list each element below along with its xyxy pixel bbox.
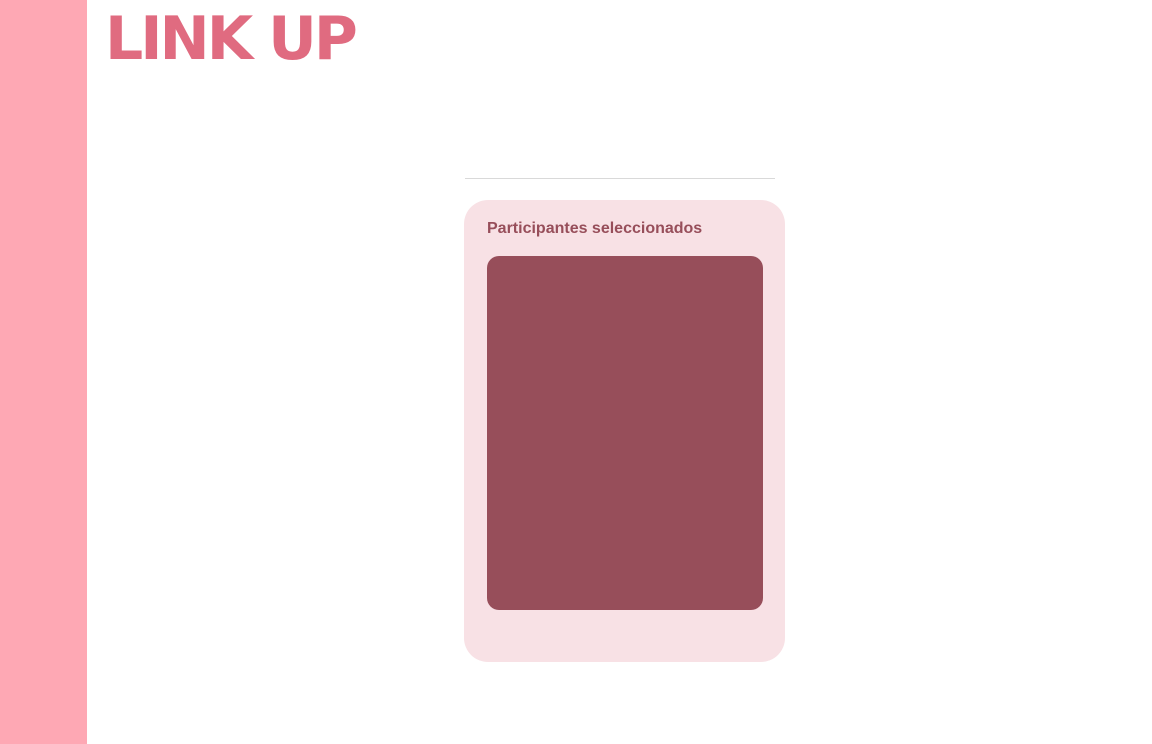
app-logo: LINK UP bbox=[105, 4, 358, 74]
app-root: LINK UP Participantes seleccionados bbox=[0, 0, 1152, 744]
participants-panel-title: Participantes seleccionados bbox=[487, 220, 703, 237]
main-content: LINK UP Participantes seleccionados bbox=[87, 0, 1152, 744]
participants-panel: Participantes seleccionados bbox=[464, 200, 785, 662]
sidebar bbox=[0, 0, 87, 744]
selected-participants-list[interactable] bbox=[487, 256, 763, 610]
divider bbox=[465, 178, 775, 179]
